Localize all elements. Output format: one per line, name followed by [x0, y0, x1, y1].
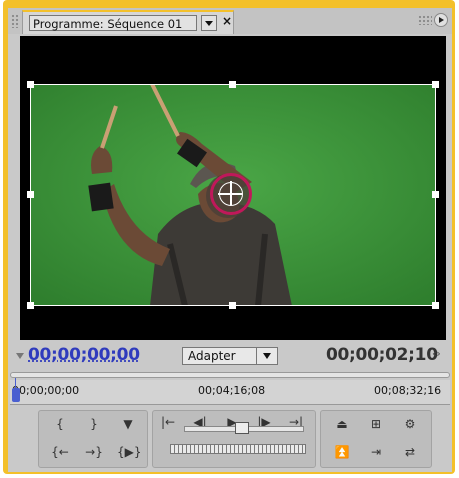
playhead-line [15, 378, 16, 388]
handle-bottom-left[interactable] [27, 302, 34, 309]
zoom-scroll-bar[interactable] [10, 372, 450, 378]
time-ruler[interactable]: 00;00;00;00 00;04;16;08 00;08;32;16 [10, 372, 450, 405]
ruler-label-middle: 00;04;16;08 [198, 384, 266, 397]
lift-icon[interactable]: ⏏ [331, 415, 353, 433]
panel-menu-grip-icon [418, 15, 432, 25]
jog-wheel[interactable] [170, 444, 306, 454]
output-icon[interactable]: ⚙ [399, 415, 421, 433]
zoom-select[interactable]: Adapter [182, 347, 278, 365]
program-monitor-panel: Programme: Séquence 01 × 00;00;00;00 Ada… [8, 8, 452, 472]
program-monitor-display[interactable] [20, 36, 446, 340]
export-frame-icon[interactable]: ⇄ [399, 443, 421, 461]
handle-top-right[interactable] [432, 81, 439, 88]
handle-top-left[interactable] [27, 81, 34, 88]
zoom-select-divider [256, 348, 257, 364]
handle-top-center[interactable] [229, 81, 236, 88]
step-back-to-in-icon[interactable]: |← [157, 413, 179, 431]
ruler-ticks[interactable]: 00;00;00;00 00;04;16;08 00;08;32;16 [10, 380, 450, 405]
safe-margins-icon[interactable]: ⊞ [365, 415, 387, 433]
chevron-down-icon[interactable] [263, 353, 271, 359]
panel-titlebar: Programme: Séquence 01 × [8, 8, 452, 34]
transport-controls: { } ▼ {← →} {▶} |← ◀| ▶ |▶ →| ⏏ ⊞ ⚙ ⏫ ⇥ … [8, 406, 452, 470]
ruler-label-end: 00;08;32;16 [374, 384, 442, 397]
current-timecode[interactable]: 00;00;00;00 [28, 345, 140, 365]
anchor-point-highlight[interactable] [210, 173, 252, 215]
handle-middle-left[interactable] [27, 191, 34, 198]
tab-programme[interactable]: Programme: Séquence 01 × [22, 10, 234, 34]
handle-bottom-right[interactable] [432, 302, 439, 309]
play-in-to-out-icon[interactable]: {▶} [117, 443, 142, 461]
mark-out-icon[interactable]: } [83, 415, 105, 433]
timecode-row: 00;00;00;00 Adapter 00;00;02;10 ‹› [8, 344, 452, 368]
expand-triangle-icon[interactable] [16, 353, 24, 359]
go-to-in-icon[interactable]: {← [49, 443, 71, 461]
ruler-label-start: 00;00;00;00 [12, 384, 80, 397]
go-to-out-icon[interactable]: →} [83, 443, 105, 461]
panel-menu-arrow-icon[interactable] [434, 13, 448, 27]
resize-handle-icon[interactable]: ‹› [432, 347, 441, 360]
shuttle-knob[interactable] [235, 422, 249, 434]
handle-middle-right[interactable] [432, 191, 439, 198]
marker-button-group: { } ▼ {← →} {▶} [38, 410, 148, 468]
set-marker-icon[interactable]: ▼ [117, 415, 139, 433]
anchor-crosshair-icon[interactable] [218, 181, 243, 206]
panel-grip-icon[interactable] [11, 14, 19, 28]
zoom-select-value: Adapter [188, 349, 236, 363]
duration-timecode: 00;00;02;10 [326, 345, 438, 365]
trim-icon[interactable]: ⇥ [365, 443, 387, 461]
mark-in-icon[interactable]: { [49, 415, 71, 433]
sequence-dropdown-button[interactable] [201, 15, 217, 31]
close-tab-icon[interactable]: × [222, 14, 232, 28]
tab-title[interactable]: Programme: Séquence 01 [29, 15, 197, 31]
handle-bottom-center[interactable] [229, 302, 236, 309]
playhead-icon[interactable] [12, 388, 20, 402]
panel-menu-button[interactable] [418, 12, 448, 28]
extract-icon[interactable]: ⏫ [331, 443, 353, 461]
edit-button-group: ⏏ ⊞ ⚙ ⏫ ⇥ ⇄ [320, 410, 432, 468]
playback-button-group: |← ◀| ▶ |▶ →| [152, 410, 316, 468]
